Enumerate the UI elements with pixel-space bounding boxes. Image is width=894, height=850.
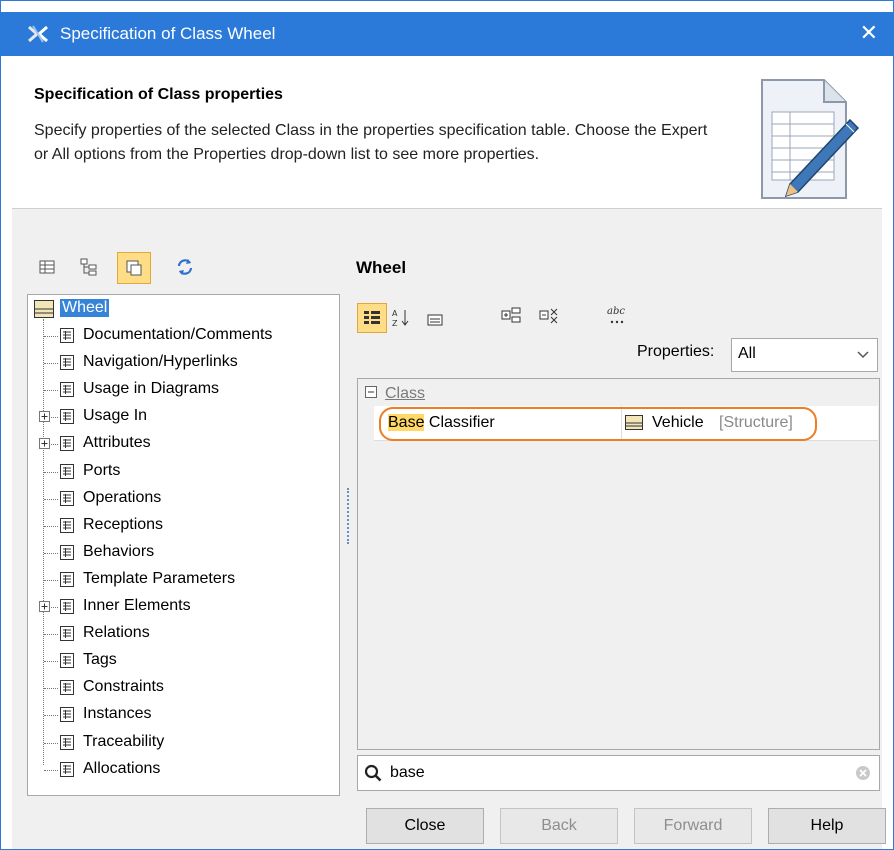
search-box[interactable]: base — [357, 755, 880, 791]
search-input[interactable]: base — [390, 764, 425, 782]
property-page-icon — [60, 734, 74, 750]
tree-item-label: Usage in Diagrams — [83, 380, 220, 398]
property-page-icon — [60, 517, 74, 533]
tree-connector-line — [43, 319, 44, 765]
abc-display-icon[interactable]: abc — [605, 303, 631, 327]
element-title: Wheel — [356, 258, 407, 277]
property-page-icon — [60, 571, 74, 587]
toggle-view-button[interactable] — [117, 252, 151, 284]
property-page-icon — [60, 409, 74, 425]
property-page-icon — [60, 599, 74, 614]
close-icon[interactable]: ✕ — [860, 20, 878, 46]
document-pencil-icon — [761, 79, 860, 199]
close-button[interactable]: Close — [366, 808, 484, 844]
property-page-icon — [60, 680, 74, 696]
help-button[interactable]: Help — [768, 808, 886, 844]
tree-branch-line — [44, 390, 58, 392]
tree-item-label: Allocations — [83, 759, 161, 777]
class-element-icon — [34, 300, 54, 318]
property-page-icon — [60, 436, 74, 452]
property-page-icon — [60, 463, 74, 479]
expand-icon[interactable] — [39, 411, 50, 423]
properties-label: Properties: — [637, 343, 715, 360]
tree-branch-line — [44, 661, 58, 663]
callout-highlight — [379, 407, 817, 441]
property-page-icon — [60, 653, 74, 669]
sort-alpha-icon[interactable]: A Z — [391, 307, 411, 329]
tree-item-label: Constraints — [83, 678, 164, 696]
property-page-icon — [60, 707, 74, 723]
property-page-icon — [60, 355, 74, 371]
tree-item-label: Usage In — [83, 407, 148, 425]
window-title: Specification of Class Wheel — [60, 24, 276, 43]
specification-tree[interactable]: Wheel Documentation/Comments Navigation/Hy… — [27, 294, 340, 796]
svg-text:Z: Z — [392, 319, 398, 328]
tree-item-label: Inner Elements — [83, 597, 191, 614]
property-page-icon — [60, 490, 74, 506]
clear-search-icon[interactable] — [855, 765, 871, 781]
app-logo-icon — [28, 25, 48, 43]
tree-root-label: Wheel — [60, 299, 110, 317]
categorized-icon — [364, 311, 380, 324]
dialog-header: Specification of Class properties Specif… — [12, 56, 882, 208]
tree-item-label: Ports — [83, 461, 121, 479]
single-column-icon[interactable] — [425, 311, 445, 329]
chevron-down-icon — [857, 351, 869, 359]
tree-branch-line — [44, 498, 58, 500]
forward-button[interactable]: Forward — [634, 808, 752, 844]
properties-dropdown-value: All — [738, 345, 756, 362]
tree-item-label: Traceability — [83, 732, 165, 750]
svg-text:abc: abc — [607, 306, 625, 317]
expand-icon[interactable] — [39, 438, 50, 450]
collapse-icon[interactable] — [365, 386, 377, 398]
tree-branch-line — [44, 742, 58, 744]
tree-branch-line — [44, 688, 58, 690]
refresh-icon[interactable] — [174, 256, 196, 278]
header-title: Specification of Class properties — [34, 86, 283, 103]
tree-branch-line — [44, 525, 58, 527]
property-grid: Class Base Classifier Vehicle [Structure… — [357, 378, 880, 750]
tree-view-icon[interactable] — [78, 256, 100, 278]
tree-branch-line — [44, 715, 58, 717]
group-class-label: Class — [385, 385, 426, 402]
title-bar: Specification of Class Wheel ✕ — [0, 12, 894, 56]
property-page-icon — [60, 761, 74, 777]
tree-item-label: Template Parameters — [83, 569, 236, 587]
properties-dropdown[interactable]: All — [731, 338, 878, 372]
property-page-icon — [60, 328, 74, 343]
splitter-handle[interactable] — [347, 488, 351, 544]
tree-item-label: Attributes — [83, 434, 151, 452]
tree-item-label: Relations — [83, 624, 150, 642]
tree-item-label: Documentation/Comments — [83, 326, 273, 343]
tree-item-label: Operations — [83, 488, 162, 506]
tree-branch-line — [44, 471, 58, 473]
tree-branch-line — [44, 579, 58, 581]
tree-item-label: Receptions — [83, 515, 164, 533]
table-view-icon[interactable] — [36, 256, 58, 278]
search-icon — [364, 764, 382, 782]
property-page-icon — [60, 382, 74, 398]
tree-branch-line — [44, 552, 58, 554]
toggle-view-icon — [126, 260, 142, 276]
property-page-icon — [60, 626, 74, 642]
svg-text:A: A — [392, 309, 398, 318]
collapse-all-icon[interactable] — [538, 305, 560, 327]
tree-branch-line — [44, 769, 58, 771]
tree-item-label: Behaviors — [83, 542, 155, 560]
tree-item-label: Tags — [83, 651, 117, 669]
tree-branch-line — [44, 363, 58, 365]
expand-all-icon[interactable] — [500, 305, 522, 327]
back-button[interactable]: Back — [500, 808, 618, 844]
tree-item-label: Navigation/Hyperlinks — [83, 353, 238, 371]
tree-item-label: Instances — [83, 705, 152, 723]
tree-branch-line — [44, 336, 58, 337]
property-page-icon — [60, 544, 74, 560]
header-description: Specify properties of the selected Class… — [34, 122, 708, 163]
tree-branch-line — [44, 634, 58, 636]
categorized-button[interactable] — [357, 303, 387, 333]
expand-icon[interactable] — [39, 601, 50, 612]
